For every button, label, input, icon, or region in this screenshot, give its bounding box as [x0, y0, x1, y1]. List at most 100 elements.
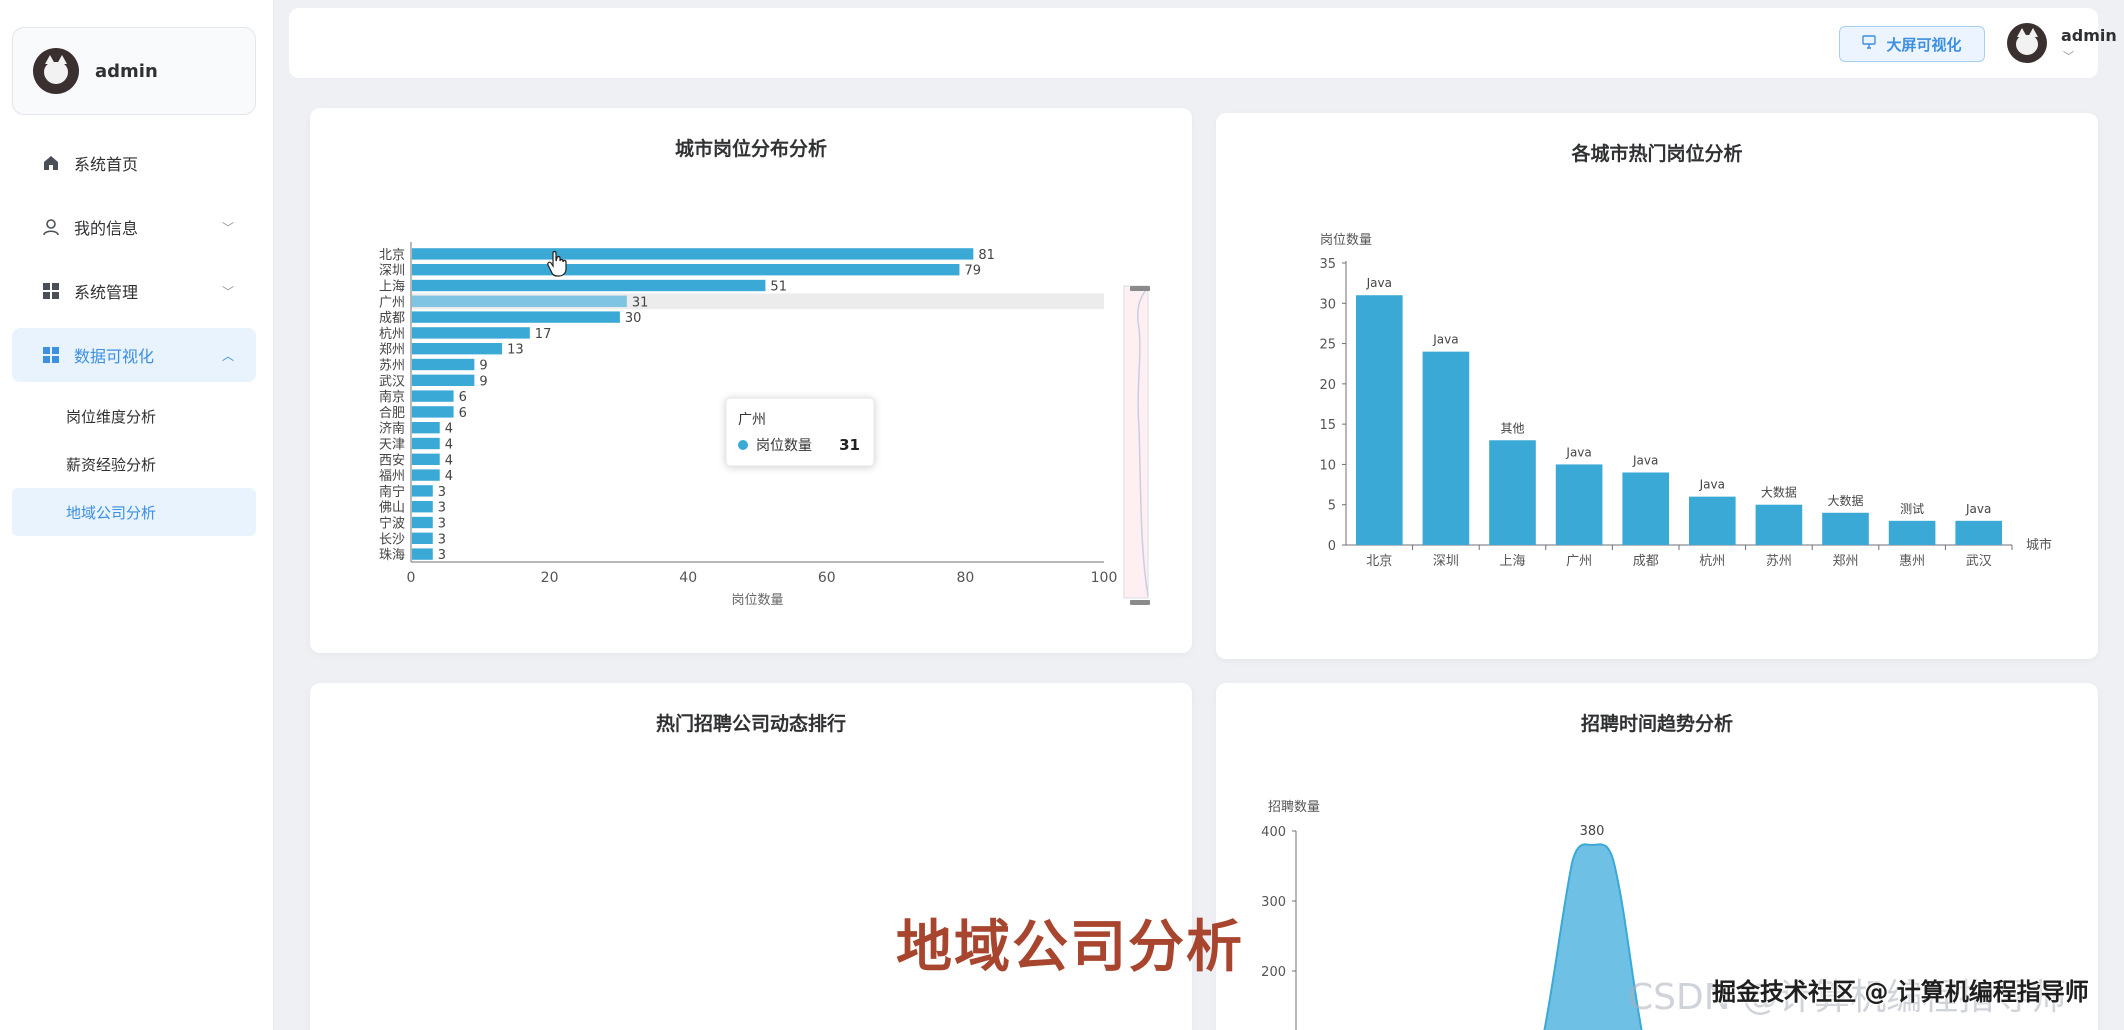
- chevron-down-icon: ﹀: [221, 220, 234, 235]
- bar-苏州[interactable]: [1755, 504, 1803, 545]
- peak-data-label: 380: [1580, 824, 1605, 839]
- bar-data-label: Java: [1632, 453, 1658, 467]
- bar-data-label: Java: [1432, 333, 1458, 347]
- x-tick-label: 100: [1091, 570, 1118, 586]
- sidebar-item-label: 系统管理: [74, 283, 139, 302]
- tooltip-marker: [738, 440, 748, 450]
- sidebar-username: admin: [95, 60, 158, 82]
- y-tick-label: 福州: [379, 469, 405, 484]
- tooltip-value: 31: [839, 436, 860, 454]
- sidebar-item-label: 系统首页: [74, 155, 139, 174]
- sidebar-user-card[interactable]: admin: [12, 27, 256, 115]
- x-tick-label: 60: [818, 570, 836, 586]
- city-distribution-chart[interactable]: 北京 81深圳 79上海 51广州 31成都 30杭州 17郑州 13苏州 9武汉 9南京 6合肥 6…: [310, 108, 1192, 653]
- bar-深圳[interactable]: [412, 264, 960, 276]
- bar-value-label: 9: [479, 359, 487, 374]
- y-tick-label: 北京: [379, 248, 405, 263]
- header-username[interactable]: admin: [2061, 26, 2117, 45]
- bar-成都[interactable]: [412, 311, 620, 323]
- bar-佛山[interactable]: [412, 501, 433, 513]
- bar-value-label: 79: [964, 264, 981, 279]
- y-tick-label: 济南: [379, 421, 405, 437]
- bar-广州[interactable]: [1555, 464, 1603, 545]
- y-tick-label: 佛山: [379, 501, 405, 516]
- x-axis-label: 岗位数量: [731, 593, 783, 608]
- data-zoom-slider[interactable]: [1123, 285, 1150, 605]
- bar-data-label: 其他: [1500, 421, 1524, 435]
- sidebar-item-system-management[interactable]: 系统管理 ﹀: [12, 264, 256, 318]
- x-tick-label: 上海: [1499, 554, 1525, 569]
- sidebar: admin 系统首页 我的信息 ﹀ 系统管理 ﹀ 数据可视化 ︿ 岗位维度分析 …: [0, 0, 274, 1030]
- y-tick-label: 深圳: [379, 264, 405, 279]
- y-tick-label: 郑州: [379, 343, 405, 358]
- y-tick-label: 珠海: [379, 548, 405, 563]
- big-screen-label: 大屏可视化: [1886, 35, 1962, 54]
- bar-惠州[interactable]: [1888, 520, 1936, 545]
- y-tick-label: 0: [1328, 539, 1336, 554]
- bar-天津[interactable]: [412, 437, 440, 450]
- bar-福州[interactable]: [412, 469, 440, 481]
- sidebar-subitem-salary-experience[interactable]: 薪资经验分析: [12, 440, 256, 488]
- bar-value-label: 31: [632, 295, 649, 310]
- y-tick-label: 10: [1319, 458, 1336, 473]
- y-tick-label: 400: [1261, 825, 1286, 840]
- bar-北京[interactable]: [412, 248, 974, 260]
- y-tick-label: 武汉: [379, 374, 405, 389]
- bar-杭州[interactable]: [1688, 496, 1736, 545]
- big-screen-button[interactable]: 大屏可视化: [1839, 26, 1985, 62]
- bar-苏州[interactable]: [412, 358, 475, 371]
- sidebar-subitem-label: 岗位维度分析: [66, 407, 157, 426]
- bar-珠海[interactable]: [412, 548, 433, 560]
- sidebar-item-home[interactable]: 系统首页: [12, 136, 256, 190]
- bar-南京[interactable]: [412, 390, 454, 402]
- bar-长沙[interactable]: [412, 532, 433, 544]
- bar-杭州[interactable]: [412, 327, 530, 339]
- y-tick-label: 合肥: [379, 406, 405, 421]
- y-tick-label: 上海: [379, 280, 405, 295]
- bar-南宁[interactable]: [412, 485, 433, 497]
- bar-深圳[interactable]: [1422, 351, 1470, 545]
- bar-广州[interactable]: [412, 295, 627, 307]
- bar-武汉[interactable]: [1955, 520, 2003, 545]
- header-avatar[interactable]: [2007, 23, 2047, 63]
- city-hot-jobs-chart[interactable]: 岗位数量 0 5 10 15 20 25 30 35 Java 北京 Java 深圳 其他上海 Java 广州…: [1216, 113, 2098, 659]
- bar-value-label: 9: [479, 374, 487, 389]
- juejin-watermark: 掘金技术社区 @ 计算机编程指导师: [1712, 978, 2089, 1006]
- sidebar-item-my-info[interactable]: 我的信息 ﹀: [12, 200, 256, 254]
- bar-value-label: 17: [535, 327, 552, 342]
- bar-上海[interactable]: [412, 279, 766, 292]
- y-tick-label: 天津: [379, 438, 405, 453]
- sidebar-subitem-region-company[interactable]: 地域公司分析: [12, 488, 256, 536]
- bar-北京[interactable]: [1355, 295, 1403, 545]
- y-axis-label: 招聘数量: [1268, 800, 1320, 815]
- bar-成都[interactable]: [1622, 472, 1670, 545]
- bar-郑州[interactable]: [1822, 512, 1869, 545]
- y-tick-label: 苏州: [379, 358, 405, 374]
- bar-郑州[interactable]: [412, 343, 503, 355]
- sidebar-item-data-visualization[interactable]: 数据可视化 ︿: [12, 328, 256, 382]
- top-header: 大屏可视化 admin ﹀: [289, 8, 2117, 78]
- chart-title: 热门招聘公司动态排行: [655, 713, 846, 735]
- bar-武汉[interactable]: [412, 374, 475, 386]
- bar-合肥[interactable]: [412, 406, 454, 418]
- bar-宁波[interactable]: [412, 516, 433, 529]
- sidebar-subitem-job-dimension[interactable]: 岗位维度分析: [12, 392, 256, 440]
- chevron-up-icon: ︿: [221, 348, 234, 363]
- sidebar-item-label: 数据可视化: [74, 347, 155, 366]
- y-tick-label: 长沙: [379, 532, 405, 547]
- bar-value-label: 13: [507, 343, 524, 358]
- bar-value-label: 6: [459, 390, 467, 405]
- avatar: [2007, 23, 2047, 63]
- chevron-down-icon[interactable]: ﹀: [2063, 48, 2074, 64]
- bar-济南[interactable]: [412, 422, 440, 434]
- bar-西安[interactable]: [412, 453, 440, 465]
- y-tick-label: 20: [1319, 378, 1336, 393]
- bar-value-label: 4: [445, 438, 453, 453]
- y-tick-label: 300: [1261, 895, 1286, 910]
- bar-上海[interactable]: [1489, 440, 1536, 545]
- home-icon: [42, 154, 60, 172]
- sidebar-subitem-label: 薪资经验分析: [66, 455, 157, 474]
- bar-value-label: 3: [438, 517, 446, 532]
- y-tick-label: 30: [1319, 297, 1336, 312]
- sidebar-menu: 系统首页 我的信息 ﹀ 系统管理 ﹀ 数据可视化 ︿ 岗位维度分析 薪资经验分析…: [12, 136, 256, 536]
